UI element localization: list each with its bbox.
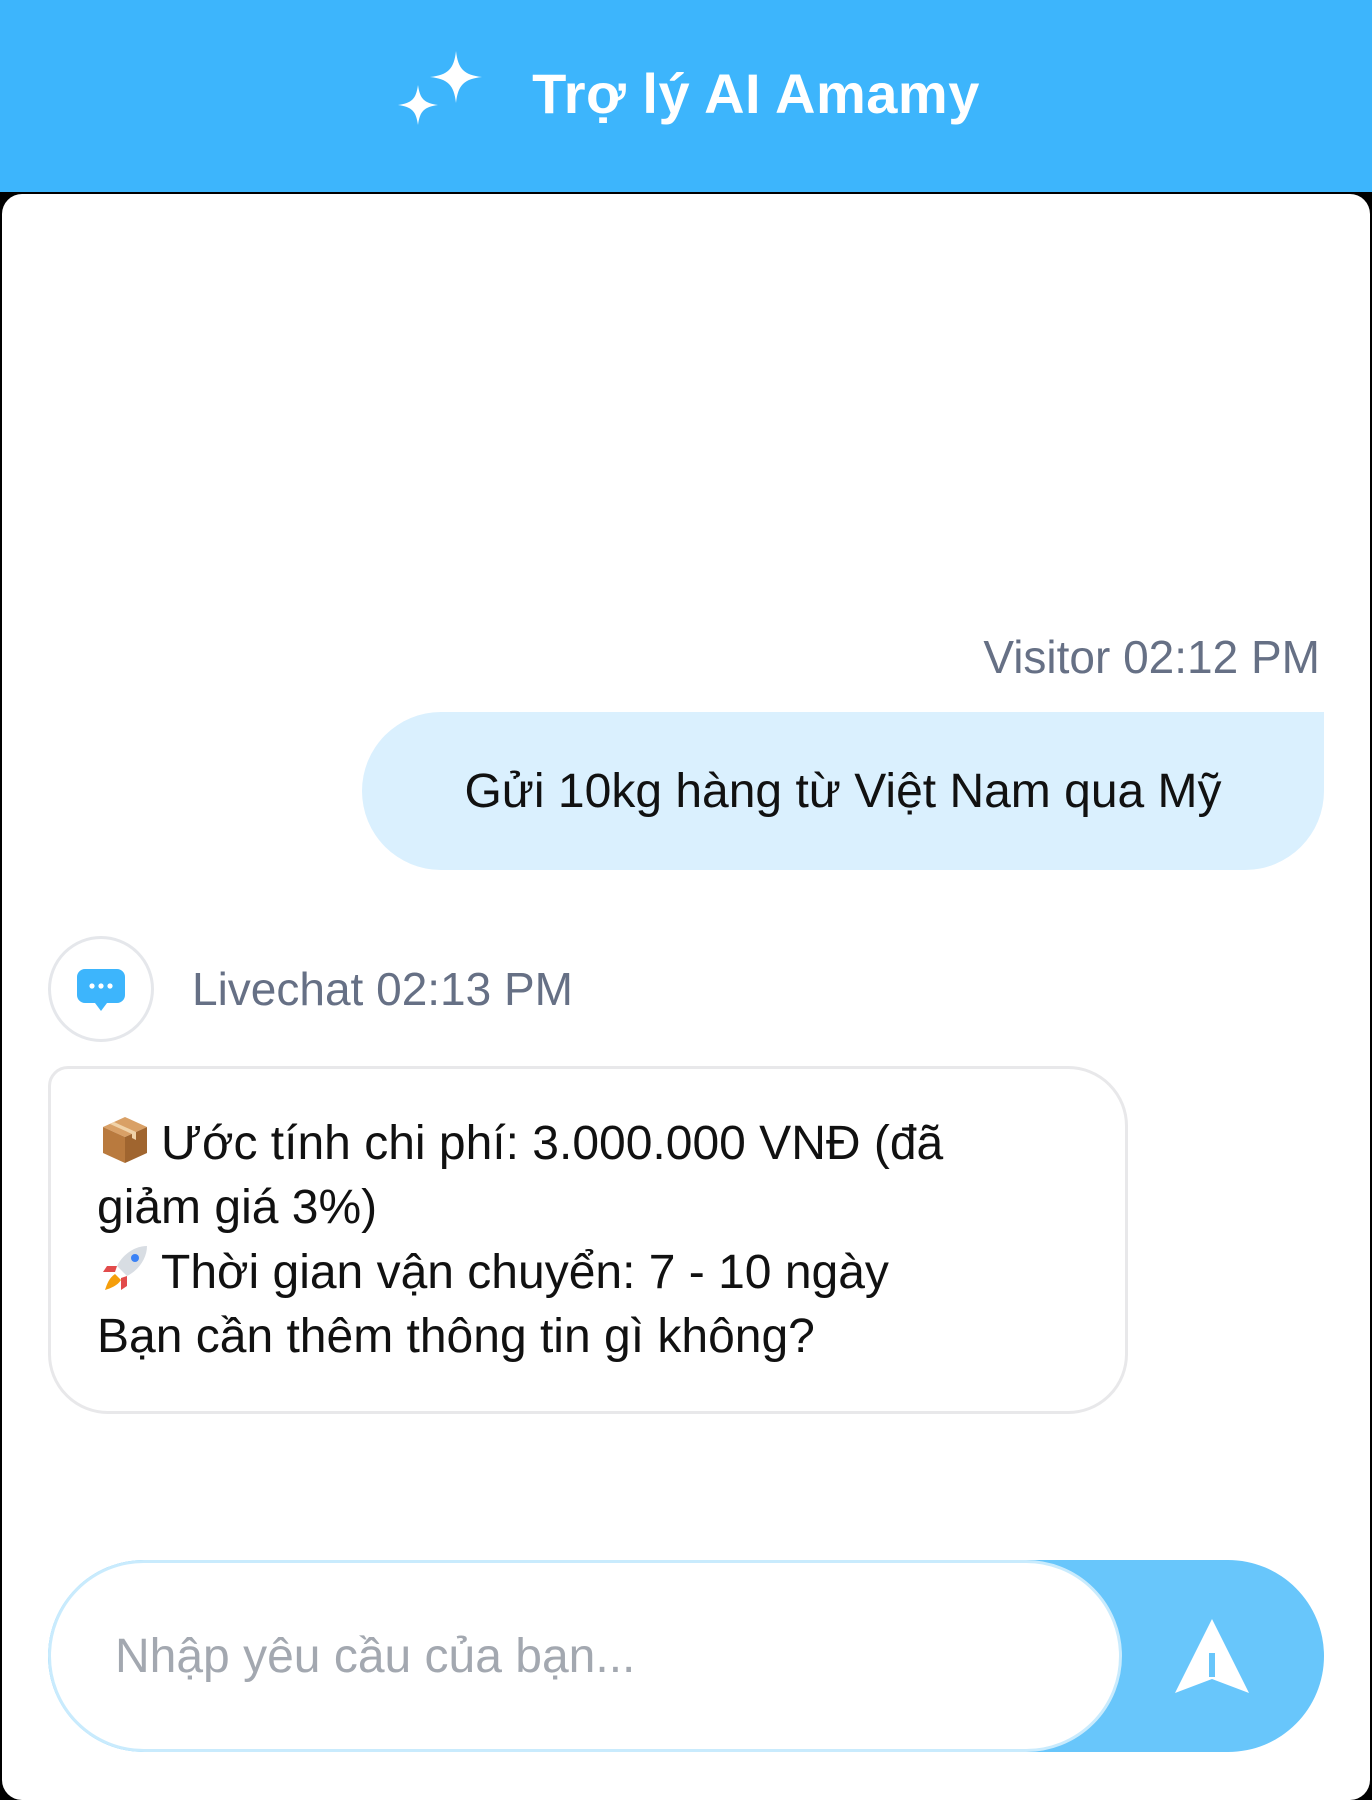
message-input[interactable]: Nhập yêu cầu của bạn... (48, 1560, 1122, 1752)
livechat-message-meta: Livechat 02:13 PM (192, 963, 574, 1015)
visitor-message-text: Gửi 10kg hàng từ Việt Nam qua Mỹ (464, 764, 1222, 818)
header-title: Trợ lý AI Amamy (532, 61, 980, 125)
message-composer: Nhập yêu cầu của bạn... (48, 1560, 1324, 1752)
bot-line-text: giảm giá 3%) (97, 1181, 378, 1234)
bot-line-text: Ước tính chi phí: 3.000.000 VNĐ (đã (161, 1117, 944, 1170)
visitor-message-meta: Visitor 02:12 PM (983, 631, 1320, 683)
bot-line-text: Thời gian vận chuyển: 7 - 10 ngày (161, 1246, 889, 1299)
sparkle-icon (398, 51, 483, 125)
bot-line-cost: Ước tính chi phí: 3.000.000 VNĐ (đã (97, 1111, 1079, 1176)
package-icon (103, 1117, 147, 1163)
bot-line-text: Bạn cần thêm thông tin gì không? (97, 1310, 815, 1363)
livechat-message-bubble: Ước tính chi phí: 3.000.000 VNĐ (đã giảm… (48, 1066, 1128, 1414)
bot-line-question: Bạn cần thêm thông tin gì không? (97, 1305, 1079, 1369)
message-input-placeholder: Nhập yêu cầu của bạn... (115, 1629, 636, 1683)
bot-line-time: Thời gian vận chuyển: 7 - 10 ngày (97, 1240, 1079, 1305)
chat-header: Trợ lý AI Amamy (0, 0, 1372, 192)
visitor-message-bubble: Gửi 10kg hàng từ Việt Nam qua Mỹ (362, 712, 1324, 870)
bot-line-discount: giảm giá 3%) (97, 1176, 1079, 1240)
send-button[interactable] (1122, 1560, 1324, 1752)
header-content: Trợ lý AI Amamy (392, 45, 980, 141)
chat-bubble-icon (77, 969, 125, 1011)
rocket-icon (103, 1246, 147, 1290)
send-icon (1175, 1619, 1249, 1693)
livechat-avatar (48, 936, 154, 1042)
